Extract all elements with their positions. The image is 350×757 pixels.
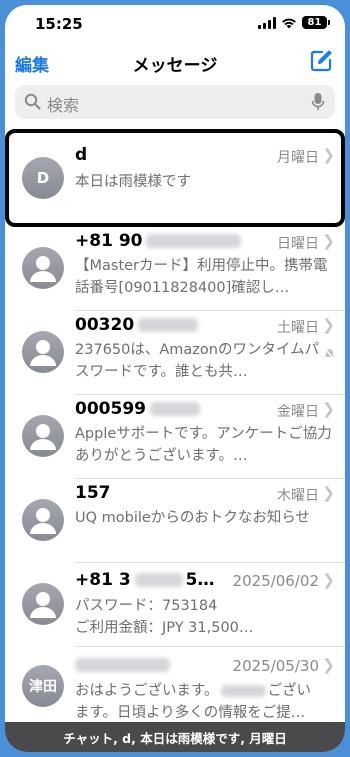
person-icon (30, 256, 56, 282)
chevron-right-icon: ❯ (322, 400, 335, 418)
conversation-row[interactable]: 157 木曜日 ❯ UQ mobileからのおトクなお知らせ (5, 479, 345, 561)
person-icon (30, 424, 56, 450)
search-bar[interactable]: 検索 (15, 85, 335, 119)
contact-name: 157 (75, 483, 111, 503)
contact-name (75, 655, 170, 675)
phone-screen: 15:25 81 編集 メッセージ 検索 D d 月曜日 ❯ 本日は雨模様です … (5, 5, 345, 752)
chevron-right-icon: ❯ (322, 484, 335, 502)
status-time: 15:25 (35, 15, 83, 33)
avatar: 津田 (22, 665, 64, 707)
avatar (22, 499, 64, 541)
voiceover-caption: チャット, d, 本日は雨模様です, 月曜日 (5, 722, 345, 752)
person-icon (30, 592, 56, 618)
chevron-right-icon: ❯ (322, 232, 335, 250)
message-preview: 【Masterカード】利用停止中。携帯電話番号[09011828400]確認し… (75, 258, 328, 296)
message-preview: 237650は、Amazonのワンタイムパスワードです。誰とも共… (75, 342, 320, 380)
message-date: 2025/05/30 (232, 657, 319, 675)
conversation-row[interactable]: 00320 土曜日 ❯ 237650は、Amazonのワンタイムパスワードです。… (5, 311, 345, 393)
avatar (22, 583, 64, 625)
battery-icon: 81 (302, 16, 330, 29)
avatar (22, 331, 64, 373)
conversation-row[interactable]: 000599 金曜日 ❯ Appleサポートです。アンケートご協力ありがとうござ… (5, 395, 345, 477)
conversation-row[interactable]: +81 3 5… 2025/06/02 ❯ パスワード：753184 ご利用金額：… (5, 563, 345, 645)
page-title: メッセージ (132, 56, 218, 76)
bell-muted-icon (324, 345, 335, 364)
message-date: 金曜日 (277, 404, 319, 420)
conversation-row[interactable]: 津田 2025/05/30 ❯ おはようございます。 ござい ます。日頃より多くの… (5, 647, 345, 727)
message-preview: おはようございます。 ござい ます。日頃より多くの情報をご提… (75, 683, 312, 721)
contact-name: +81 3 5… (75, 570, 215, 590)
message-date: 土曜日 (277, 320, 319, 336)
search-icon (24, 93, 41, 114)
message-date: 日曜日 (277, 236, 319, 252)
microphone-icon[interactable] (311, 92, 325, 116)
chevron-right-icon: ❯ (322, 316, 335, 334)
avatar (22, 247, 64, 289)
cellular-signal-icon (258, 16, 276, 29)
contact-name: 00320 (75, 315, 199, 335)
contact-name: +81 90 (75, 231, 242, 251)
chevron-right-icon: ❯ (322, 571, 335, 589)
conversation-row[interactable]: +81 90 日曜日 ❯ 【Masterカード】利用停止中。携帯電話番号[090… (5, 227, 345, 309)
person-icon (30, 340, 56, 366)
wifi-icon (281, 17, 297, 29)
message-preview: Appleサポートです。アンケートご協力ありがとうございます。… (75, 426, 332, 464)
status-bar: 15:25 81 (5, 5, 345, 43)
message-preview: UQ mobileからのおトクなお知らせ (75, 510, 311, 526)
avatar (22, 415, 64, 457)
message-date: 木曜日 (277, 488, 319, 504)
selection-highlight (5, 129, 345, 227)
person-icon (30, 508, 56, 534)
message-preview: パスワード：753184 ご利用金額：JPY 31,500… (75, 598, 254, 636)
contact-name: 000599 (75, 399, 200, 419)
search-input[interactable]: 検索 (47, 92, 79, 116)
message-date: 2025/06/02 (232, 572, 319, 590)
chevron-right-icon: ❯ (322, 656, 335, 674)
nav-bar: 編集 メッセージ (5, 47, 345, 77)
status-icons: 81 (258, 16, 330, 29)
compose-icon[interactable] (309, 49, 333, 77)
